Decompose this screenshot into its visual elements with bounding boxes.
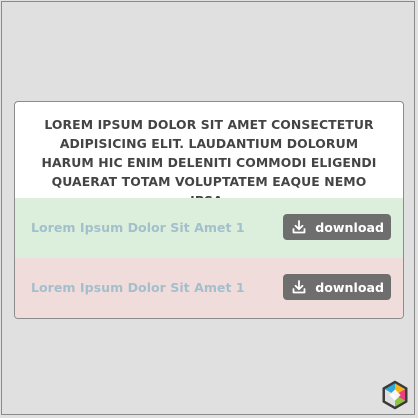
download-icon <box>292 280 306 294</box>
content-card: Lorem ipsum dolor sit amet consectetur a… <box>14 101 404 319</box>
download-button[interactable]: download <box>283 214 391 240</box>
list-item-label: Lorem Ipsum Dolor Sit Amet 1 <box>31 280 245 295</box>
download-icon <box>292 220 306 234</box>
hexagon-logo-icon <box>382 380 408 410</box>
download-button[interactable]: download <box>283 274 391 300</box>
download-button-label: download <box>315 279 384 295</box>
card-header-text: Lorem ipsum dolor sit amet consectetur a… <box>41 117 377 208</box>
list-item: Lorem Ipsum Dolor Sit Amet 1 download <box>15 258 403 318</box>
download-button-label: download <box>315 219 384 235</box>
list-item-label: Lorem Ipsum Dolor Sit Amet 1 <box>31 220 245 235</box>
list-item: Lorem Ipsum Dolor Sit Amet 1 download <box>15 198 403 258</box>
